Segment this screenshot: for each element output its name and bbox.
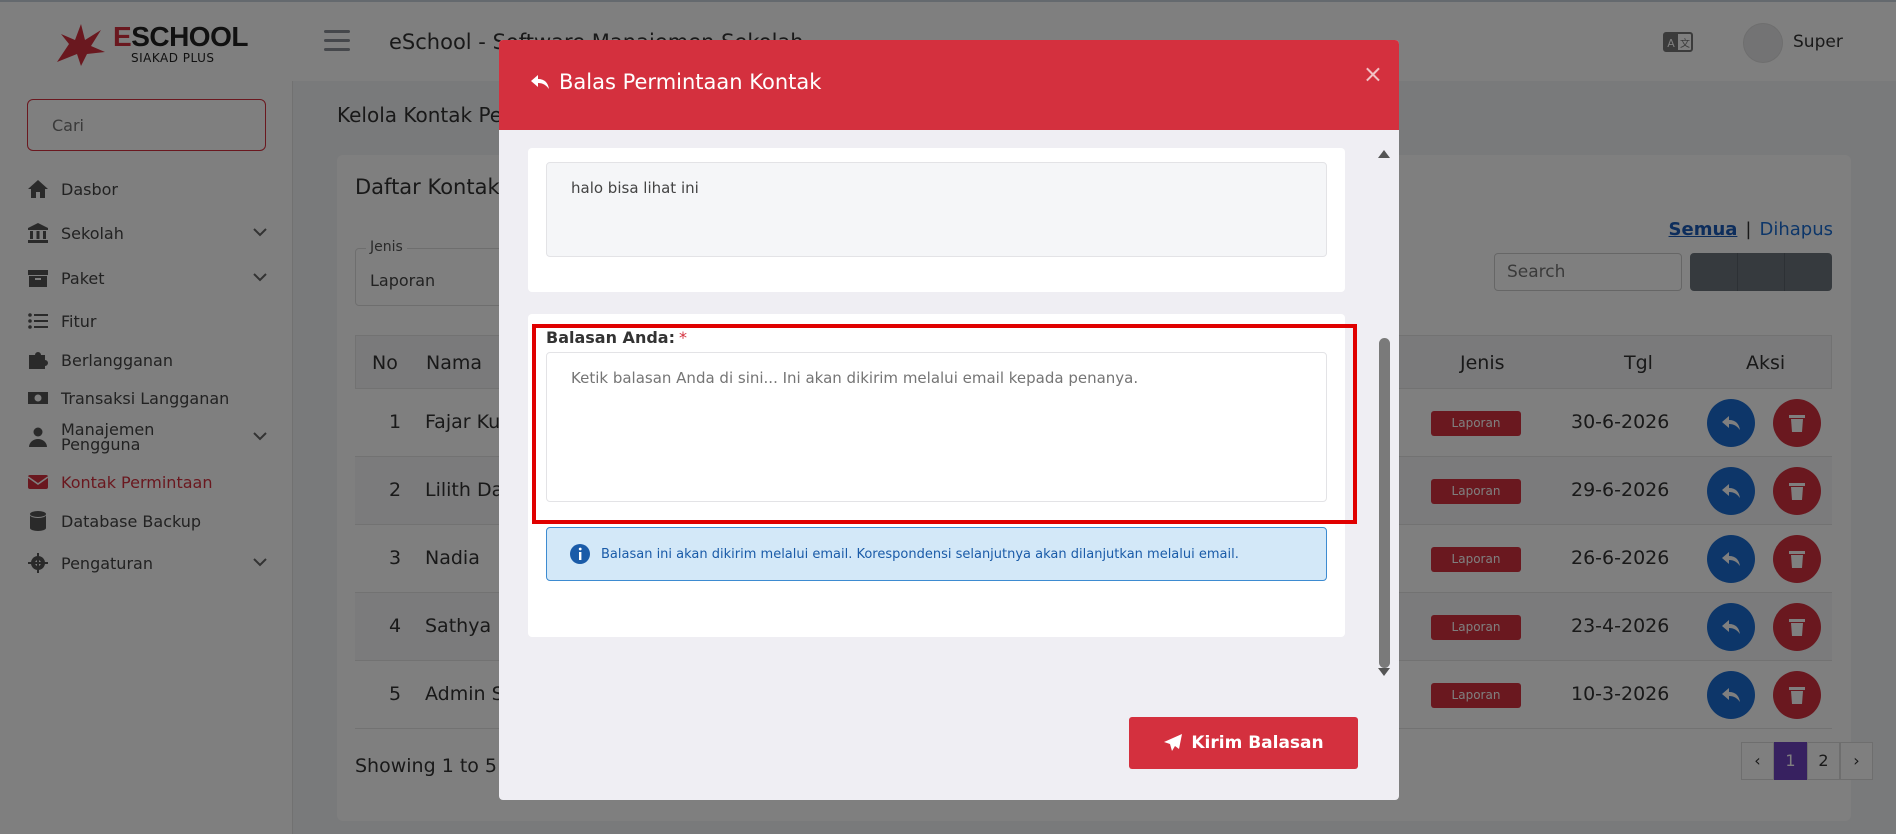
- modal-header: Balas Permintaan Kontak ×: [499, 40, 1399, 130]
- info-alert: Balasan ini akan dikirim melalui email. …: [546, 527, 1327, 581]
- scroll-thumb[interactable]: [1379, 338, 1390, 668]
- original-message-card: halo bisa lihat ini: [528, 148, 1345, 292]
- scroll-down-icon[interactable]: [1377, 666, 1391, 678]
- reply-label: Balasan Anda: *: [546, 328, 687, 347]
- info-icon: [570, 544, 590, 564]
- info-text: Balasan ini akan dikirim melalui email. …: [601, 546, 1239, 562]
- close-button[interactable]: ×: [1363, 60, 1383, 88]
- reply-textarea[interactable]: [546, 352, 1327, 502]
- paper-plane-icon: [1164, 734, 1183, 751]
- send-reply-button[interactable]: Kirim Balasan: [1129, 717, 1358, 769]
- reply-icon: [531, 75, 549, 89]
- reply-contact-modal: Balas Permintaan Kontak × halo bisa liha…: [499, 40, 1399, 800]
- modal-scrollbar[interactable]: [1377, 148, 1391, 678]
- original-message: halo bisa lihat ini: [546, 162, 1327, 257]
- reply-form-card: Balasan Anda:* Balasan ini akan dikirim …: [528, 314, 1345, 637]
- modal-title-text: Balas Permintaan Kontak: [559, 70, 822, 94]
- modal-title: Balas Permintaan Kontak: [529, 70, 821, 94]
- send-reply-label: Kirim Balasan: [1191, 733, 1324, 753]
- required-mark: *: [678, 328, 687, 347]
- scroll-up-icon[interactable]: [1377, 148, 1391, 160]
